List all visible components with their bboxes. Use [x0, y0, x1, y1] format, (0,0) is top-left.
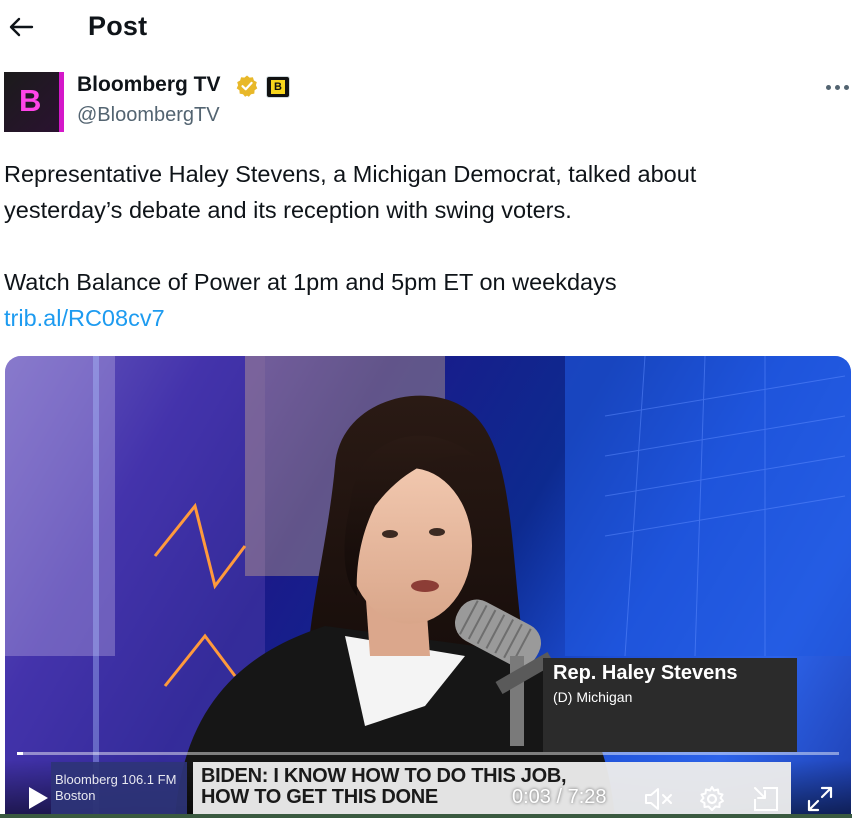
post-text-line: Watch Balance of Power at 1pm and 5pm ET… [4, 269, 617, 295]
affiliate-badge-letter: B [271, 80, 285, 94]
verified-badge-icon[interactable] [235, 74, 259, 98]
post-text: Representative Haley Stevens, a Michigan… [4, 156, 844, 336]
top-bar: Post [0, 0, 852, 56]
settings-gear-icon[interactable] [698, 785, 726, 813]
picture-in-picture-icon[interactable] [751, 785, 781, 813]
post-text-line: yesterday’s debate and its reception wit… [4, 197, 572, 223]
lower-third-name-card: Rep. Haley Stevens (D) Michigan [543, 658, 797, 752]
post-text-line: Representative Haley Stevens, a Michigan… [4, 161, 697, 187]
back-arrow-icon[interactable] [6, 12, 36, 42]
guest-name: Rep. Haley Stevens [553, 662, 738, 684]
post-link[interactable]: trib.al/RC08cv7 [4, 305, 165, 331]
page-title: Post [88, 11, 148, 41]
avatar[interactable]: B [4, 72, 64, 132]
avatar-letter: B [19, 83, 42, 118]
muted-volume-icon[interactable] [643, 786, 675, 812]
video-progress-bar[interactable] [17, 752, 839, 755]
fullscreen-icon[interactable] [805, 784, 835, 814]
author-handle[interactable]: @BloombergTV [77, 104, 220, 127]
affiliate-badge-icon[interactable]: B [266, 76, 290, 98]
window-bottom-edge [0, 814, 852, 818]
video-player[interactable]: Rep. Haley Stevens (D) Michigan Bloomber… [5, 356, 851, 818]
headline-line: HOW TO GET THIS DONE [201, 786, 438, 808]
author-display-name[interactable]: Bloomberg TV [77, 73, 221, 97]
guest-affiliation: (D) Michigan [553, 689, 633, 705]
post-author-header: B Bloomberg TV B @BloombergTV [0, 66, 852, 136]
more-options-icon[interactable] [826, 81, 852, 95]
headline-line: BIDEN: I KNOW HOW TO DO THIS JOB, [201, 765, 567, 787]
video-progress-fill [17, 752, 23, 755]
station-bug: Bloomberg 106.1 FM Boston [51, 762, 187, 814]
video-time-display: 0:03 / 7:28 [512, 786, 607, 808]
station-city: Boston [55, 788, 96, 803]
station-name: Bloomberg 106.1 FM [55, 772, 177, 787]
play-icon[interactable] [25, 784, 51, 812]
